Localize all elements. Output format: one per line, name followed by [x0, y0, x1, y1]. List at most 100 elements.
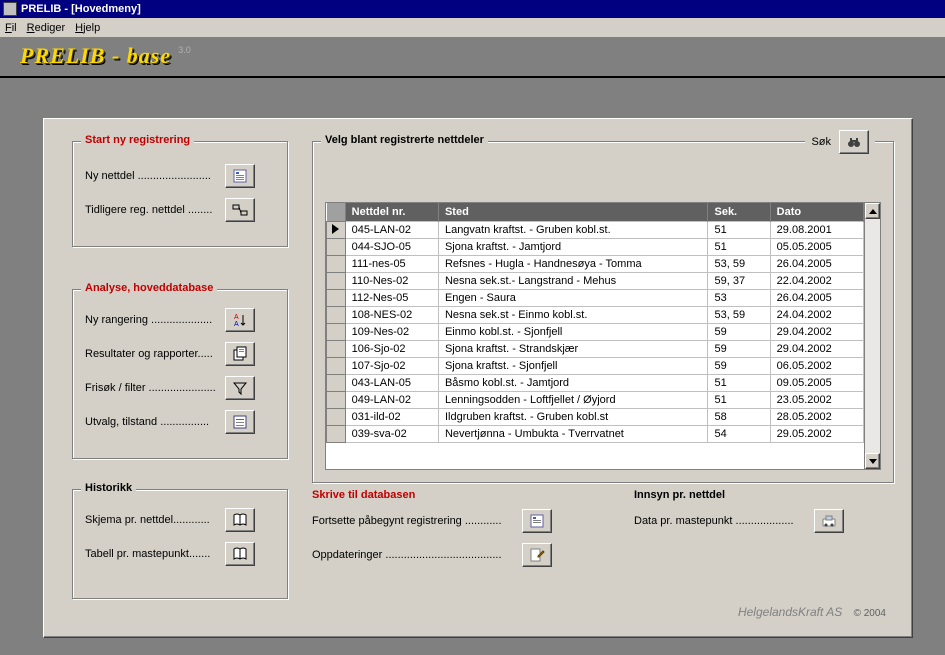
cell-dato[interactable]: 26.04.2005 — [770, 256, 863, 273]
cell-dato[interactable]: 28.05.2002 — [770, 409, 863, 426]
utvalg-button[interactable] — [225, 410, 255, 434]
cell-sek[interactable]: 59, 37 — [708, 273, 770, 290]
cell-dato[interactable]: 29.05.2002 — [770, 426, 863, 443]
cell-dato[interactable]: 06.05.2002 — [770, 358, 863, 375]
cell-sted[interactable]: Refsnes - Hugla - Handnesøya - Tomma — [438, 256, 708, 273]
cell-sted[interactable]: Nesna sek.st.- Langstrand - Mehus — [438, 273, 708, 290]
cell-sek[interactable]: 59 — [708, 341, 770, 358]
cell-sek[interactable]: 51 — [708, 375, 770, 392]
cell-id[interactable]: 111-nes-05 — [345, 256, 438, 273]
scroll-track[interactable] — [865, 219, 880, 453]
row-selector[interactable] — [327, 358, 346, 375]
cell-sted[interactable]: Lenningsodden - Loftfjellet / Øyjord — [438, 392, 708, 409]
cell-id[interactable]: 045-LAN-02 — [345, 222, 438, 239]
cell-sek[interactable]: 51 — [708, 222, 770, 239]
table-row[interactable]: 031-ild-02Ildgruben kraftst. - Gruben ko… — [327, 409, 864, 426]
col-sek[interactable]: Sek. — [708, 203, 770, 222]
table-row[interactable]: 111-nes-05Refsnes - Hugla - Handnesøya -… — [327, 256, 864, 273]
frisok-button[interactable] — [225, 376, 255, 400]
cell-dato[interactable]: 29.04.2002 — [770, 341, 863, 358]
tabell-button[interactable] — [225, 542, 255, 566]
cell-sted[interactable]: Sjona kraftst. - Sjonfjell — [438, 358, 708, 375]
cell-sted[interactable]: Ildgruben kraftst. - Gruben kobl.st — [438, 409, 708, 426]
grid-scrollbar[interactable] — [864, 203, 880, 469]
cell-dato[interactable]: 29.04.2002 — [770, 324, 863, 341]
cell-dato[interactable]: 22.04.2002 — [770, 273, 863, 290]
cell-sek[interactable]: 54 — [708, 426, 770, 443]
cell-sted[interactable]: Langvatn kraftst. - Gruben kobl.st. — [438, 222, 708, 239]
cell-sek[interactable]: 58 — [708, 409, 770, 426]
row-selector[interactable] — [327, 222, 346, 239]
ny-nettdel-button[interactable] — [225, 164, 255, 188]
table-row[interactable]: 107-Sjo-02Sjona kraftst. - Sjonfjell5906… — [327, 358, 864, 375]
cell-sted[interactable]: Nesna sek.st - Einmo kobl.st. — [438, 307, 708, 324]
cell-dato[interactable]: 23.05.2002 — [770, 392, 863, 409]
table-row[interactable]: 108-NES-02Nesna sek.st - Einmo kobl.st.5… — [327, 307, 864, 324]
menu-hjelp[interactable]: Hjelp — [75, 22, 100, 34]
cell-dato[interactable]: 05.05.2005 — [770, 239, 863, 256]
table-row[interactable]: 049-LAN-02Lenningsodden - Loftfjellet / … — [327, 392, 864, 409]
cell-dato[interactable]: 09.05.2005 — [770, 375, 863, 392]
row-selector[interactable] — [327, 375, 346, 392]
cell-dato[interactable]: 24.04.2002 — [770, 307, 863, 324]
col-sted[interactable]: Sted — [438, 203, 708, 222]
cell-id[interactable]: 031-ild-02 — [345, 409, 438, 426]
tidligere-reg-button[interactable] — [225, 198, 255, 222]
table-row[interactable]: 109-Nes-02Einmo kobl.st. - Sjonfjell5929… — [327, 324, 864, 341]
cell-dato[interactable]: 26.04.2005 — [770, 290, 863, 307]
cell-sek[interactable]: 51 — [708, 239, 770, 256]
cell-id[interactable]: 049-LAN-02 — [345, 392, 438, 409]
cell-sek[interactable]: 53, 59 — [708, 307, 770, 324]
sok-button[interactable] — [839, 130, 869, 154]
menu-fil[interactable]: Fil — [5, 22, 17, 34]
skjema-button[interactable] — [225, 508, 255, 532]
cell-sted[interactable]: Sjona kraftst. - Jamtjord — [438, 239, 708, 256]
cell-dato[interactable]: 29.08.2001 — [770, 222, 863, 239]
cell-id[interactable]: 109-Nes-02 — [345, 324, 438, 341]
cell-sted[interactable]: Einmo kobl.st. - Sjonfjell — [438, 324, 708, 341]
cell-id[interactable]: 112-Nes-05 — [345, 290, 438, 307]
row-selector[interactable] — [327, 426, 346, 443]
cell-sek[interactable]: 51 — [708, 392, 770, 409]
row-selector[interactable] — [327, 324, 346, 341]
row-selector[interactable] — [327, 341, 346, 358]
row-selector[interactable] — [327, 409, 346, 426]
table-row[interactable]: 039-sva-02Nevertjønna - Umbukta - Tverrv… — [327, 426, 864, 443]
col-dato[interactable]: Dato — [770, 203, 863, 222]
cell-id[interactable]: 043-LAN-05 — [345, 375, 438, 392]
col-nettdel-nr[interactable]: Nettdel nr. — [345, 203, 438, 222]
nettdeler-grid[interactable]: Nettdel nr. Sted Sek. Dato 045-LAN-02Lan… — [325, 202, 881, 470]
cell-sek[interactable]: 59 — [708, 324, 770, 341]
table-row[interactable]: 044-SJO-05Sjona kraftst. - Jamtjord5105.… — [327, 239, 864, 256]
cell-sted[interactable]: Engen - Saura — [438, 290, 708, 307]
cell-sted[interactable]: Sjona kraftst. - Strandskjær — [438, 341, 708, 358]
table-row[interactable]: 106-Sjo-02Sjona kraftst. - Strandskjær59… — [327, 341, 864, 358]
row-selector[interactable] — [327, 307, 346, 324]
row-selector[interactable] — [327, 273, 346, 290]
cell-sek[interactable]: 53 — [708, 290, 770, 307]
row-selector[interactable] — [327, 239, 346, 256]
scroll-up-button[interactable] — [865, 203, 880, 219]
oppdateringer-button[interactable] — [522, 543, 552, 567]
menu-rediger[interactable]: Rediger — [27, 22, 66, 34]
cell-id[interactable]: 044-SJO-05 — [345, 239, 438, 256]
cell-sek[interactable]: 53, 59 — [708, 256, 770, 273]
table-row[interactable]: 043-LAN-05Båsmo kobl.st. - Jamtjord5109.… — [327, 375, 864, 392]
fortsette-button[interactable] — [522, 509, 552, 533]
scroll-down-button[interactable] — [865, 453, 880, 469]
row-selector[interactable] — [327, 392, 346, 409]
row-selector[interactable] — [327, 256, 346, 273]
row-selector[interactable] — [327, 290, 346, 307]
cell-sek[interactable]: 59 — [708, 358, 770, 375]
table-row[interactable]: 110-Nes-02Nesna sek.st.- Langstrand - Me… — [327, 273, 864, 290]
cell-id[interactable]: 039-sva-02 — [345, 426, 438, 443]
table-row[interactable]: 045-LAN-02Langvatn kraftst. - Gruben kob… — [327, 222, 864, 239]
cell-id[interactable]: 108-NES-02 — [345, 307, 438, 324]
resultater-button[interactable] — [225, 342, 255, 366]
cell-id[interactable]: 110-Nes-02 — [345, 273, 438, 290]
data-pr-button[interactable] — [814, 509, 844, 533]
cell-id[interactable]: 106-Sjo-02 — [345, 341, 438, 358]
table-row[interactable]: 112-Nes-05Engen - Saura5326.04.2005 — [327, 290, 864, 307]
ny-rangering-button[interactable]: AA — [225, 308, 255, 332]
cell-sted[interactable]: Nevertjønna - Umbukta - Tverrvatnet — [438, 426, 708, 443]
